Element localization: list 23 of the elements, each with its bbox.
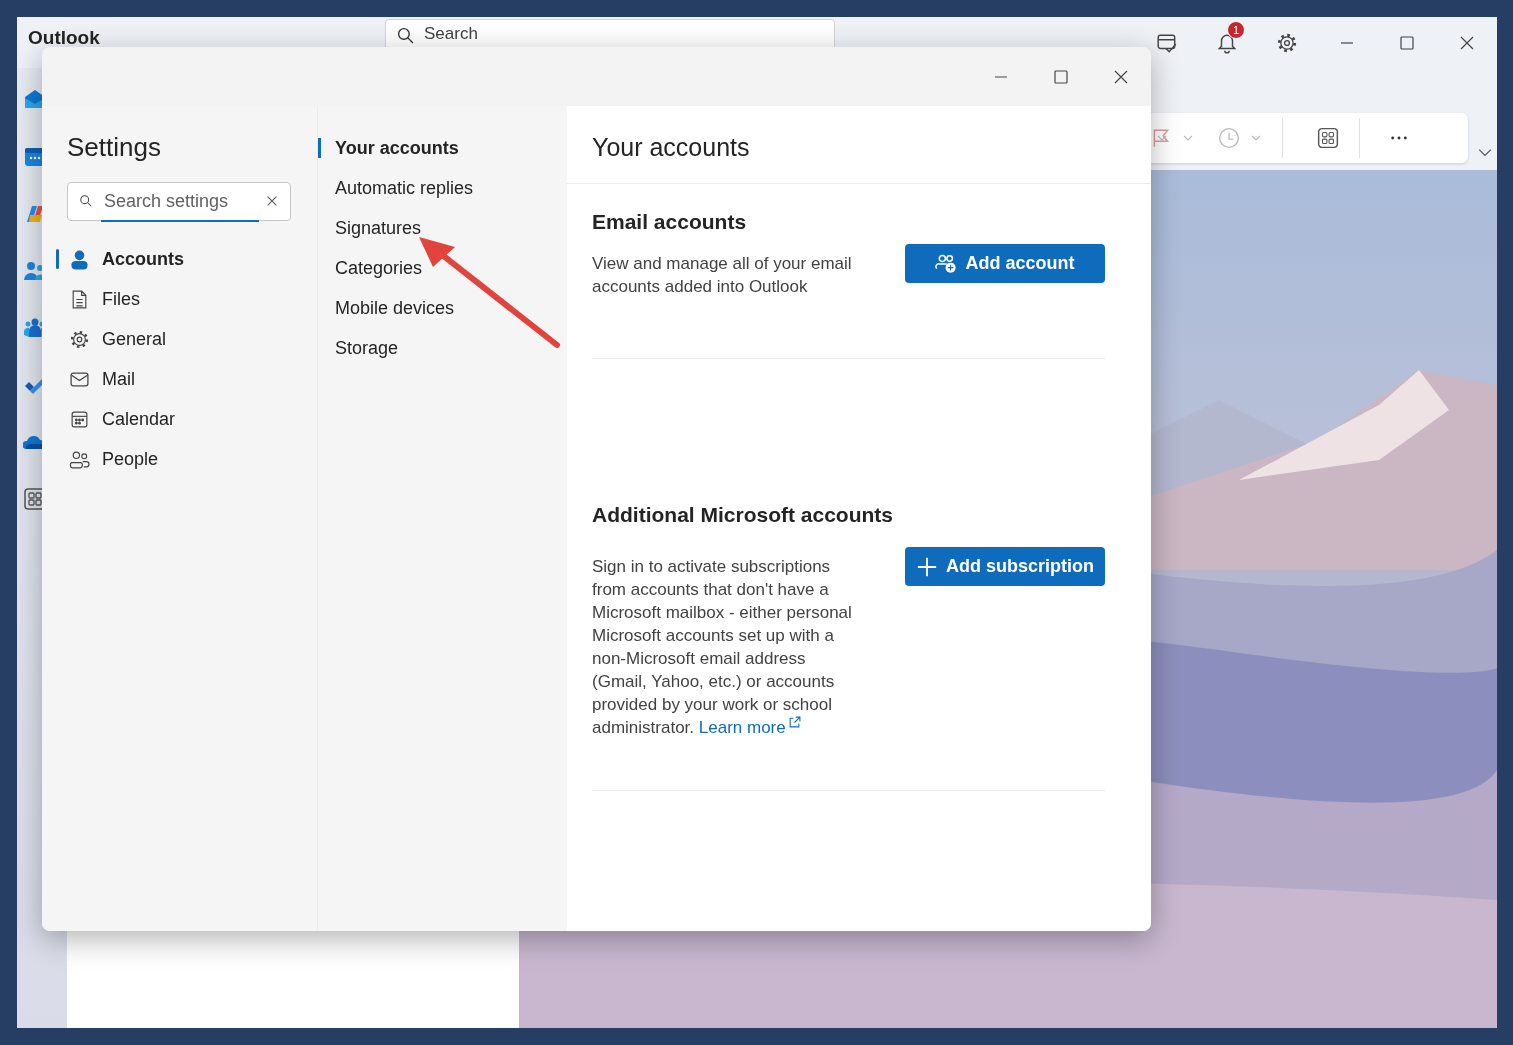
section-heading: Additional Microsoft accounts — [592, 502, 894, 528]
learn-more-link[interactable]: Learn more — [698, 718, 801, 737]
category-item[interactable]: People — [56, 439, 317, 479]
category-item[interactable]: Calendar — [56, 399, 317, 439]
category-item[interactable]: General — [56, 319, 317, 359]
section-description: View and manage all of your email accounts added into Outlook — [592, 253, 853, 298]
subcategory-item[interactable]: Storage — [318, 328, 567, 368]
subcategory-item[interactable]: Automatic replies — [318, 168, 567, 208]
page-title: Your accounts — [567, 106, 1151, 184]
settings-title: Settings — [67, 131, 162, 163]
add-button[interactable]: Add account — [905, 244, 1105, 283]
subcategory-item[interactable]: Mobile devices — [318, 288, 567, 328]
subcategory-item[interactable]: Categories — [318, 248, 567, 288]
app-title: Outlook — [28, 27, 100, 49]
category-item[interactable]: Files — [56, 279, 317, 319]
settings-search-field[interactable]: Search settings — [67, 182, 291, 221]
category-item[interactable]: Mail — [56, 359, 317, 399]
section-description: Sign in to activate subscriptions from accounts that don't have a Microsoft mailbox - either personal Microsoft accounts set up with a non-Microsoft email address (Gmail, Yahoo, etc.) or accounts provided by your work or school administrator. Learn more — [592, 556, 853, 739]
section-heading: Email accounts — [592, 209, 748, 235]
add-button[interactable]: Add subscription — [905, 547, 1105, 586]
category-item[interactable]: Accounts — [56, 239, 317, 279]
subcategory-item[interactable]: Signatures — [318, 208, 567, 248]
notification-badge: 1 — [1227, 20, 1245, 39]
